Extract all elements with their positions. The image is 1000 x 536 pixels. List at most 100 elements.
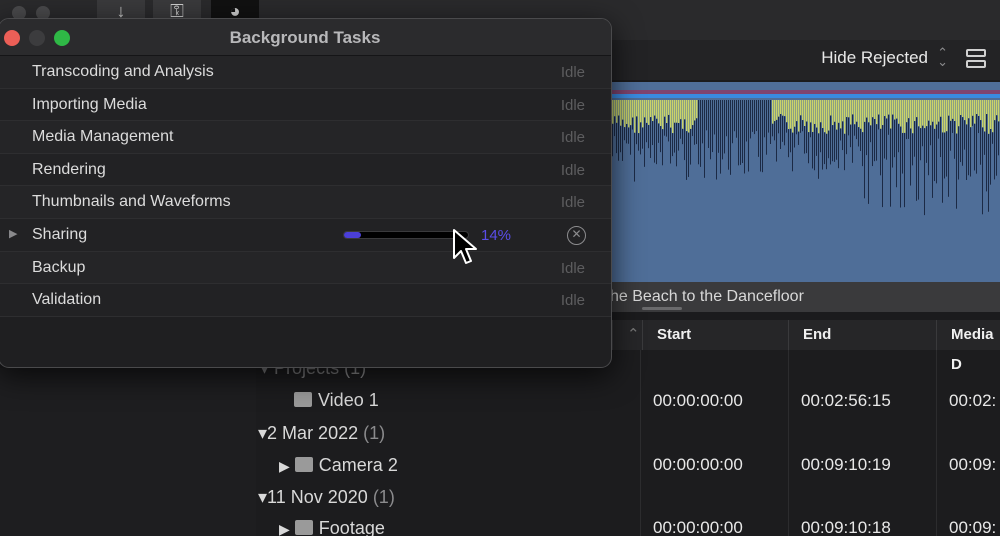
waveform-peak — [900, 100, 902, 127]
column-header-end[interactable]: End — [788, 320, 936, 350]
waveform-peak — [894, 100, 896, 120]
clapper-icon — [294, 392, 312, 407]
waveform-peak — [864, 100, 866, 122]
waveform-peak — [838, 122, 839, 169]
scrollbar[interactable] — [642, 307, 682, 310]
list-item[interactable]: ▾11 Nov 2020 (1) — [258, 487, 395, 508]
chevron-updown-icon[interactable]: ⌃ ⌄ — [937, 46, 948, 68]
window-titlebar[interactable]: Background Tasks — [0, 19, 611, 56]
waveform-peak — [828, 130, 829, 159]
task-row-thumbnails[interactable]: Thumbnails and Waveforms Idle — [0, 186, 611, 219]
waveform-peak — [922, 100, 924, 126]
waveform-peak — [730, 100, 731, 175]
waveform-peak — [980, 120, 981, 165]
waveform-peak — [854, 124, 855, 136]
clip-filmstrip[interactable]: he Beach to the Dancefloor — [600, 282, 1000, 312]
list-item[interactable]: ▶ Footage — [279, 518, 385, 536]
waveform-peak — [990, 129, 991, 185]
list-item[interactable]: ▾2 Mar 2022 (1) — [258, 423, 385, 444]
waveform-peak — [658, 100, 660, 124]
clip-appearance-icon[interactable] — [966, 49, 986, 69]
waveform-peak — [908, 118, 909, 139]
task-row-importing[interactable]: Importing Media Idle — [0, 88, 611, 122]
waveform-peak — [786, 122, 787, 133]
waveform-peak — [934, 100, 936, 129]
list-item[interactable]: ▶ Camera 2 — [279, 455, 398, 476]
background-tasks-window[interactable]: Background Tasks Transcoding and Analysi… — [0, 18, 612, 368]
task-label: Backup — [32, 258, 86, 276]
waveform-peak — [648, 124, 649, 149]
waveform-peak — [642, 100, 644, 128]
waveform-peak — [892, 100, 894, 115]
waveform-peak — [992, 132, 993, 144]
waveform-peak — [780, 100, 782, 115]
waveform-peak — [872, 117, 873, 167]
task-row-validation[interactable]: Validation Idle — [0, 284, 611, 317]
waveform-peak — [840, 100, 842, 129]
waveform-peak — [670, 100, 672, 128]
task-label: Importing Media — [32, 95, 147, 113]
waveform-peak — [880, 100, 882, 129]
waveform-peak — [656, 100, 658, 119]
waveform-peak — [726, 100, 727, 137]
waveform-peak — [638, 133, 639, 151]
disclosure-triangle-icon[interactable]: ▾ — [258, 423, 267, 443]
waveform-peak — [624, 127, 625, 141]
waveform-peak — [682, 100, 684, 129]
filter-popup[interactable]: Hide Rejected — [821, 48, 928, 68]
waveform-peak — [678, 100, 680, 124]
waveform-peak — [808, 132, 809, 164]
disclosure-triangle-icon[interactable]: ▾ — [258, 487, 267, 507]
waveform-peak — [652, 121, 653, 146]
waveform-peak — [822, 100, 824, 129]
task-row-media-management[interactable]: Media Management Idle — [0, 121, 611, 154]
column-header-start[interactable]: Start — [642, 320, 788, 350]
task-row-backup[interactable]: Backup Idle — [0, 251, 611, 285]
waveform-peak — [748, 100, 749, 172]
cancel-icon[interactable]: ✕ — [567, 225, 586, 245]
waveform-peak — [824, 132, 825, 165]
waveform-peak — [932, 100, 934, 122]
waveform-peak — [616, 122, 617, 154]
column-divider — [936, 350, 937, 536]
column-header-media-duration[interactable]: Media D — [936, 320, 1000, 373]
waveform-peak — [822, 128, 823, 170]
column-header-sort[interactable]: ⌃ — [612, 320, 642, 350]
task-status: Idle — [560, 96, 585, 114]
waveform-peak — [824, 100, 826, 133]
waveform-peak — [694, 100, 696, 121]
task-row-transcoding[interactable]: Transcoding and Analysis Idle — [0, 56, 611, 89]
list-item[interactable]: Video 1 — [294, 390, 379, 411]
audio-waveform[interactable] — [612, 82, 1000, 282]
waveform-peak — [706, 100, 707, 131]
waveform-peak — [900, 126, 901, 208]
waveform-peak — [848, 100, 850, 118]
waveform-peak — [798, 100, 800, 132]
waveform-peak — [942, 132, 943, 203]
end-timecode: 00:09:10:18 — [801, 518, 891, 536]
waveform-peak — [624, 100, 626, 128]
waveform-peak — [696, 100, 698, 119]
waveform-peak — [980, 100, 982, 121]
waveform-peak — [740, 100, 741, 165]
waveform-peak — [898, 100, 900, 124]
task-label: Transcoding and Analysis — [32, 63, 214, 80]
disclosure-triangle-icon[interactable]: ▶ — [279, 521, 290, 536]
waveform-peak — [924, 128, 925, 216]
waveform-peak — [898, 123, 899, 153]
waveform-peak — [986, 114, 987, 192]
waveform-graphic — [612, 90, 1000, 216]
waveform-peak — [862, 132, 863, 167]
disclosure-triangle-icon[interactable]: ▶ — [9, 227, 17, 240]
task-row-rendering[interactable]: Rendering Idle — [0, 153, 611, 187]
waveform-peak — [662, 129, 663, 166]
waveform-peak — [776, 119, 777, 162]
task-row-sharing[interactable]: ▶ Sharing 14% ✕ — [0, 218, 611, 252]
waveform-peak — [928, 100, 930, 121]
waveform-peak — [634, 100, 636, 133]
disclosure-triangle-icon[interactable]: ▶ — [279, 458, 290, 474]
waveform-peak — [950, 120, 951, 151]
waveform-peak — [672, 100, 674, 134]
waveform-peak — [924, 100, 926, 129]
waveform-peak — [984, 131, 985, 155]
